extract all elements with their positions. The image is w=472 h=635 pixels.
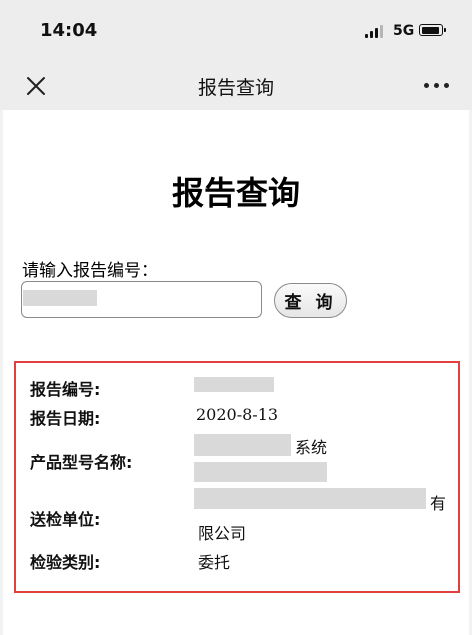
product-name-suffix: 系统 [295, 438, 328, 457]
result-panel: 报告编号: 报告日期: 2020-8-13 产品型号名称: 系统 送检单位: 有… [14, 361, 460, 593]
report-number-field-label: 报告编号: [30, 380, 101, 399]
more-dots-icon[interactable] [424, 82, 450, 90]
signal-strength-icon [365, 24, 387, 38]
redacted-mask [194, 434, 291, 456]
query-button[interactable]: 查 询 [274, 283, 347, 318]
status-time: 14:04 [40, 20, 98, 41]
test-category-label: 检验类别: [30, 553, 101, 572]
report-date-value: 2020-8-13 [196, 405, 279, 424]
page-content: 报告查询 请输入报告编号： 查 询 报告编号: 报告日期: 2020-8-13 … [3, 110, 469, 635]
test-category-value: 委托 [198, 553, 231, 572]
battery-icon [419, 24, 446, 36]
redacted-mask [194, 377, 274, 392]
redacted-mask [194, 462, 327, 482]
status-bar: 14:04 5G [0, 0, 472, 62]
product-name-label: 产品型号名称: [30, 453, 133, 472]
report-number-label: 请输入报告编号： [22, 261, 158, 281]
redacted-mask [194, 488, 426, 509]
nav-bar: 报告查询 [0, 62, 472, 110]
report-date-label: 报告日期: [30, 409, 101, 428]
network-type: 5G [393, 23, 415, 39]
page-title: 报告查询 [171, 174, 300, 212]
nav-title: 报告查询 [197, 77, 274, 99]
sender-unit-line2: 限公司 [198, 524, 247, 543]
report-number-input[interactable] [21, 281, 262, 318]
sender-unit-label: 送检单位: [30, 510, 101, 529]
sender-unit-suffix: 有 [430, 494, 447, 513]
